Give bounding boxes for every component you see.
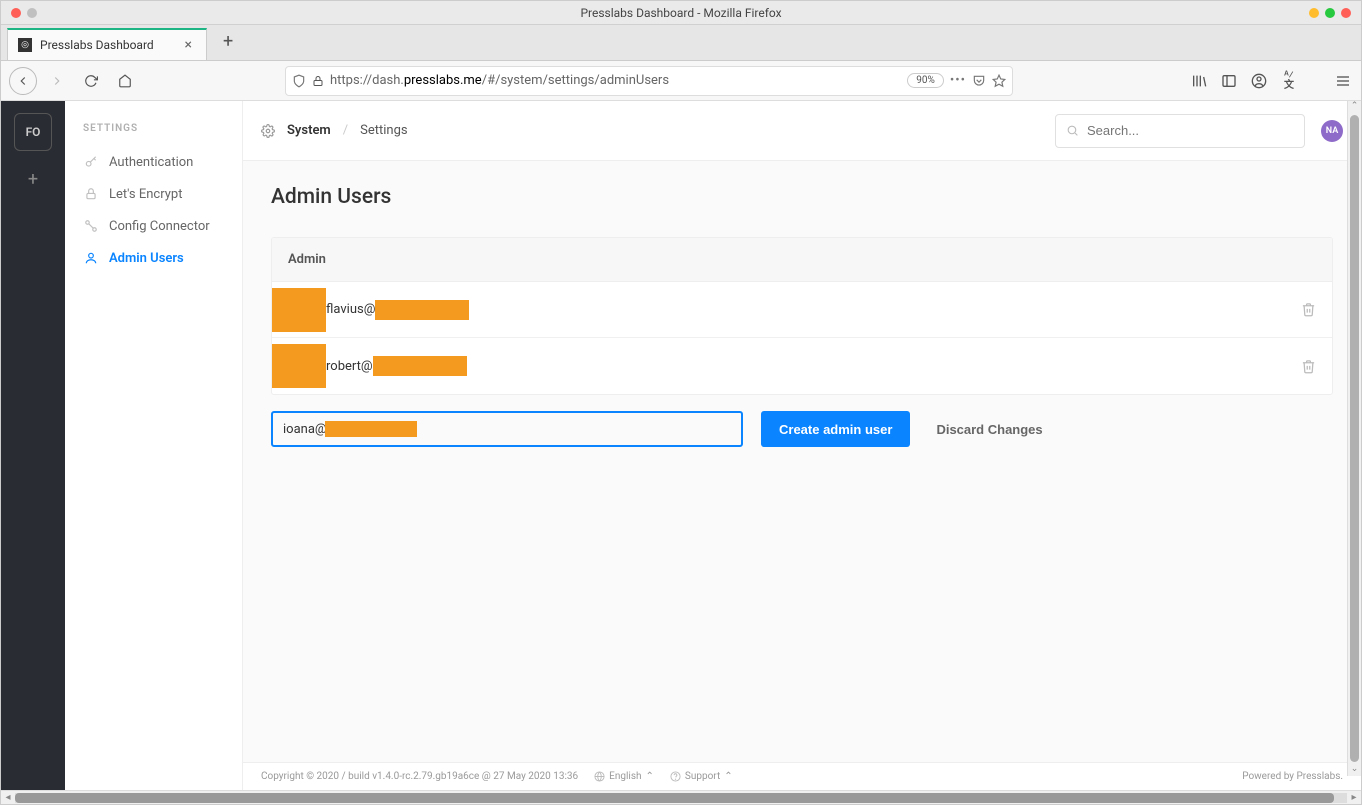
traffic-lights-left <box>1 8 37 18</box>
page-title: Admin Users <box>271 185 1333 209</box>
delete-user-button[interactable] <box>1301 340 1316 393</box>
sidebar-item-label: Authentication <box>109 155 193 170</box>
create-user-form: ioana@ Create admin user Discard Changes <box>271 411 1333 447</box>
footer-powered-by: Powered by Presslabs. <box>1242 771 1343 782</box>
window-titlebar: Presslabs Dashboard - Mozilla Firefox <box>1 1 1361 25</box>
breadcrumb: System / Settings <box>261 123 408 138</box>
settings-sidebar: SETTINGS Authentication Let's Encrypt Co… <box>65 101 243 790</box>
lock-icon[interactable] <box>312 75 324 87</box>
close-dot[interactable] <box>1341 8 1351 18</box>
admin-email: flavius@ <box>326 300 469 320</box>
footer-support[interactable]: Support ⌃ <box>670 771 733 782</box>
home-button[interactable] <box>111 67 139 95</box>
new-tab-button[interactable]: + <box>217 29 239 54</box>
search-box[interactable] <box>1055 114 1305 148</box>
scroll-left-arrow[interactable]: ◂ <box>1 792 15 803</box>
search-icon <box>1066 124 1079 137</box>
library-icon[interactable] <box>1189 71 1209 91</box>
lock-icon <box>83 186 99 202</box>
redacted-avatar <box>272 344 326 388</box>
user-icon <box>83 250 99 266</box>
page-actions-icon[interactable]: ••• <box>950 73 966 88</box>
tab-favicon: ◎ <box>18 38 32 52</box>
url-text: https://dash.presslabs.me/#/system/setti… <box>330 73 901 88</box>
discard-changes-button[interactable]: Discard Changes <box>928 422 1050 437</box>
bookmark-star-icon[interactable] <box>992 74 1006 88</box>
new-admin-email-input[interactable]: ioana@ <box>271 411 743 447</box>
redacted-avatar <box>272 288 326 332</box>
main-panel: System / Settings NA Admin Users Admin <box>243 101 1361 790</box>
app-footer: Copyright © 2020 / build v1.4.0-rc.2.79.… <box>243 762 1361 790</box>
reload-button[interactable] <box>77 67 105 95</box>
vertical-scrollbar[interactable]: ⌃ ⌄ <box>1347 101 1361 776</box>
scroll-right-arrow[interactable]: ▸ <box>1347 792 1361 803</box>
app-viewport: ⌃ ⌄ FO + SETTINGS Authentication Let's E… <box>1 101 1361 790</box>
crumb-settings[interactable]: Settings <box>360 123 407 138</box>
redacted-text <box>375 300 469 320</box>
browser-tabstrip: ◎ Presslabs Dashboard × + <box>1 25 1361 61</box>
forward-button[interactable] <box>43 67 71 95</box>
redacted-text <box>373 356 467 376</box>
admin-email: robert@ <box>326 356 467 376</box>
browser-toolbar: https://dash.presslabs.me/#/system/setti… <box>1 61 1361 101</box>
traffic-lights-right <box>1309 8 1351 18</box>
table-header-admin: Admin <box>272 238 1332 282</box>
breadcrumb-separator: / <box>343 123 348 138</box>
chevron-up-icon: ⌃ <box>646 771 654 782</box>
chevron-up-icon: ⌃ <box>724 771 732 782</box>
pocket-icon[interactable] <box>972 74 986 88</box>
back-button[interactable] <box>9 67 37 95</box>
crumb-system[interactable]: System <box>287 123 331 138</box>
minimize-dot[interactable] <box>1309 8 1319 18</box>
sidebar-item-config-connector[interactable]: Config Connector <box>65 210 242 242</box>
tab-close-icon[interactable]: × <box>181 37 196 53</box>
content-area: Admin Users Admin flavius@ <box>243 161 1361 762</box>
footer-copyright: Copyright © 2020 / build v1.4.0-rc.2.79.… <box>261 771 578 782</box>
redacted-text <box>325 421 417 437</box>
browser-tab[interactable]: ◎ Presslabs Dashboard × <box>7 28 207 60</box>
key-icon <box>83 154 99 170</box>
url-bar[interactable]: https://dash.presslabs.me/#/system/setti… <box>285 66 1013 96</box>
user-avatar[interactable]: NA <box>1321 120 1343 142</box>
tab-title: Presslabs Dashboard <box>40 38 181 52</box>
sidebar-heading: SETTINGS <box>65 117 242 146</box>
firefox-dot-2 <box>27 8 37 18</box>
sidebar-item-label: Let's Encrypt <box>109 187 182 202</box>
org-rail: FO + <box>1 101 65 790</box>
maximize-dot[interactable] <box>1325 8 1335 18</box>
add-org-button[interactable]: + <box>28 169 38 190</box>
sidebar-icon[interactable] <box>1219 71 1239 91</box>
window-title: Presslabs Dashboard - Mozilla Firefox <box>580 6 781 20</box>
admin-users-card: Admin flavius@ <box>271 237 1333 395</box>
connector-icon <box>83 218 99 234</box>
zoom-badge[interactable]: 90% <box>907 73 944 88</box>
org-badge[interactable]: FO <box>14 113 52 151</box>
menu-icon[interactable] <box>1333 71 1353 91</box>
footer-language[interactable]: English ⌃ <box>594 771 654 782</box>
sidebar-item-label: Config Connector <box>109 219 210 234</box>
delete-user-button[interactable] <box>1301 283 1316 336</box>
create-admin-user-button[interactable]: Create admin user <box>761 411 910 447</box>
text-encoding-icon[interactable]: ᴬ⁄文 <box>1279 71 1299 91</box>
table-row: flavius@ <box>272 282 1332 338</box>
sidebar-item-authentication[interactable]: Authentication <box>65 146 242 178</box>
gear-icon <box>261 124 275 138</box>
sidebar-item-admin-users[interactable]: Admin Users <box>65 242 242 274</box>
topbar: System / Settings NA <box>243 101 1361 161</box>
tracking-shield-icon[interactable] <box>292 74 306 88</box>
search-input[interactable] <box>1087 123 1294 138</box>
firefox-dot-1 <box>11 8 21 18</box>
sidebar-item-label: Admin Users <box>109 251 184 266</box>
sidebar-item-lets-encrypt[interactable]: Let's Encrypt <box>65 178 242 210</box>
account-icon[interactable] <box>1249 71 1269 91</box>
table-row: robert@ <box>272 338 1332 394</box>
horizontal-scrollbar[interactable]: ◂ ▸ <box>1 790 1361 804</box>
